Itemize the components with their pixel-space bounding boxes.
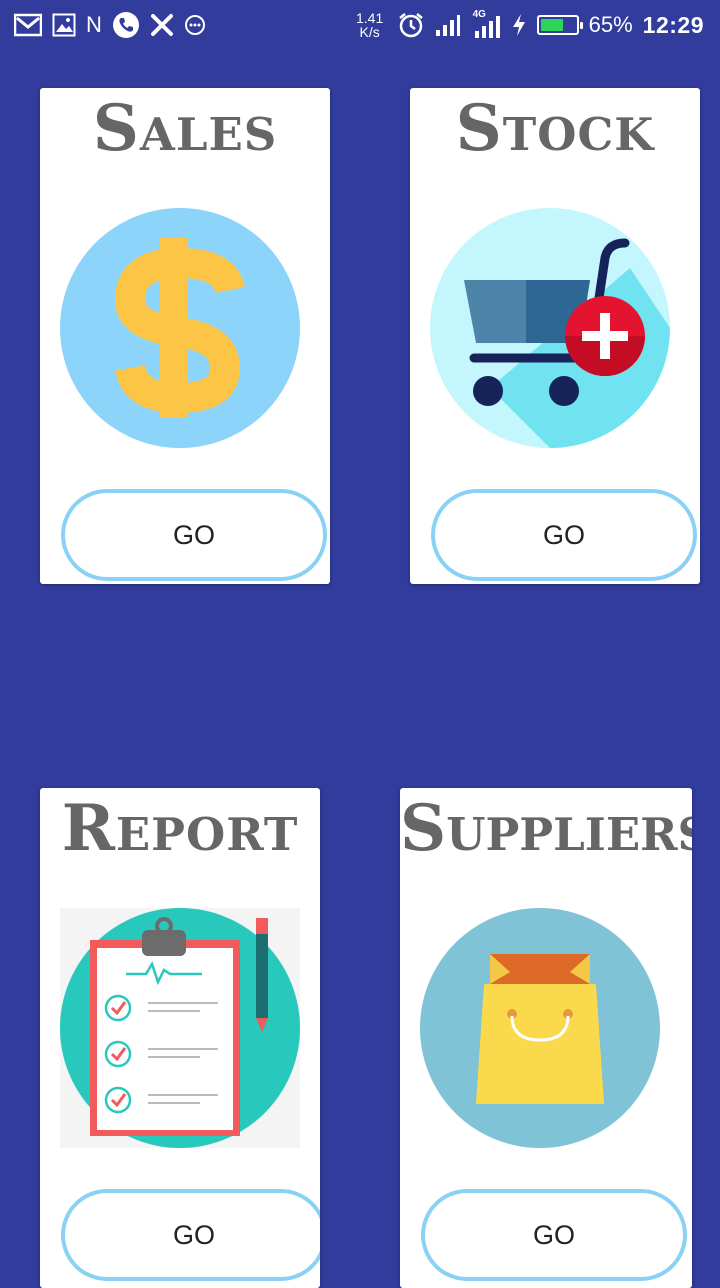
battery-level [540, 19, 563, 31]
battery-icon [536, 15, 583, 35]
gallery-icon [52, 13, 76, 37]
alarm-icon [398, 13, 423, 38]
stock-go-button[interactable]: GO [431, 489, 697, 581]
sales-card: Sales GO [40, 88, 330, 584]
status-bar-notifications: N [14, 10, 206, 40]
suppliers-card: Suppliers GO [400, 788, 692, 1288]
clipboard-checklist-icon [60, 908, 300, 1148]
report-go-button[interactable]: GO [61, 1189, 320, 1281]
shopping-cart-add-icon [430, 208, 670, 448]
status-bar: N 1.41 K/s 4G 65% 12:29 [0, 0, 720, 50]
more-notifications-icon [184, 15, 205, 35]
stock-title: Stock [455, 91, 655, 166]
signal-4g-icon: 4G [471, 9, 501, 39]
stock-card: Stock GO [410, 88, 700, 584]
suppliers-title: Suppliers [400, 791, 692, 866]
clock-time: 12:29 [642, 11, 704, 38]
shopping-bag-icon [420, 908, 660, 1148]
report-title: Report [61, 791, 299, 866]
suppliers-go-button[interactable]: GO [421, 1189, 687, 1281]
status-bar-system: 1.41 K/s 4G 65% 12:29 [353, 8, 704, 42]
phone-call-icon [112, 12, 139, 38]
notification-n-icon: N [86, 12, 102, 37]
network-speed-unit: K/s [359, 24, 380, 40]
report-card: Report GO [40, 788, 320, 1288]
x-app-icon [150, 14, 173, 36]
network-speed-value: 1.41 [356, 10, 384, 26]
dollar-sign-icon [60, 208, 300, 448]
signal-icon [435, 15, 460, 36]
network-speed: 1.41 K/s [353, 11, 387, 39]
battery-percent: 65% [588, 12, 633, 37]
sales-title: Sales [92, 91, 278, 166]
gmail-icon [14, 13, 42, 37]
charging-icon [512, 14, 525, 36]
sales-go-button[interactable]: GO [61, 489, 327, 581]
